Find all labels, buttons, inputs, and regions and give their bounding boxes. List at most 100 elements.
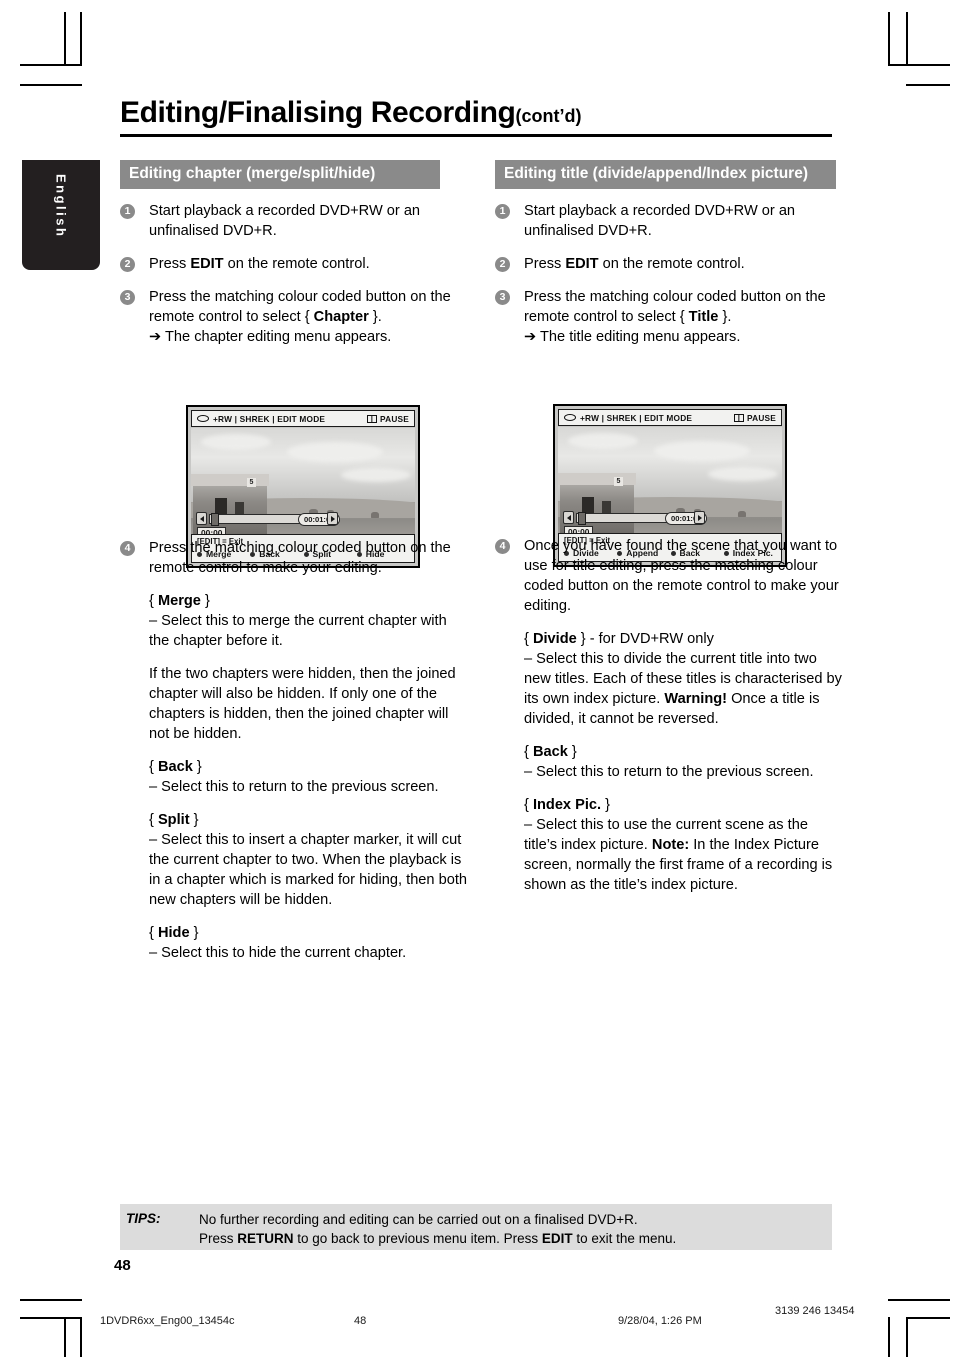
cloud-2 — [287, 442, 383, 462]
option-brace-close: } — [200, 593, 210, 610]
crop-mark-tl2-h — [20, 84, 82, 86]
tips-key-return: RETURN — [237, 1231, 294, 1247]
cloud-1 — [201, 434, 271, 450]
progress-knob[interactable] — [578, 511, 586, 525]
osd-status-bar: +RW | SHREK | EDIT MODE PAUSE — [558, 409, 782, 426]
crop-mark-tr2-h — [906, 84, 950, 86]
step-text: Once you have found the scene that you w… — [524, 538, 839, 615]
progress-bar[interactable]: 00:01:02 — [209, 512, 341, 526]
osd-status-right: PAUSE — [380, 413, 409, 424]
option-title: Back — [532, 744, 568, 761]
osd-scrub-row: 00:01:02 — [562, 511, 708, 525]
step-number: 1 — [495, 204, 510, 220]
option-brace-open: { — [149, 812, 158, 829]
bush-3 — [738, 510, 746, 517]
option-body: – Select this to return to the previous … — [149, 779, 439, 796]
language-tab-label: English — [53, 174, 69, 239]
osd-status-bar: +RW | SHREK | EDIT MODE PAUSE — [191, 410, 415, 427]
crop-mark-br2-v — [906, 1317, 908, 1357]
step-key-edit: EDIT — [565, 256, 599, 273]
step-3: 3 Press the matching colour coded button… — [120, 288, 468, 348]
osd-scrub-row: 00:01:02 — [195, 512, 341, 526]
rewind-arrow-icon[interactable] — [196, 512, 207, 525]
rewind-arrow-icon[interactable] — [563, 511, 574, 524]
crop-mark-tl-h — [20, 64, 82, 66]
option-hide: { Hide } – Select this to hide the curre… — [120, 924, 468, 964]
language-tab: English — [22, 160, 100, 270]
step-text-post: on the remote control. — [223, 256, 370, 273]
step-result: ➔ The chapter editing menu appears. — [149, 329, 392, 346]
crop-mark-tr-h — [888, 64, 950, 66]
step-text-post: }. — [368, 309, 382, 326]
step-option-chapter: Chapter — [313, 309, 369, 326]
option-split: { Split } – Select this to insert a chap… — [120, 811, 468, 911]
step-4: 4 Press the matching colour coded button… — [120, 539, 468, 579]
tips-line2-post: to exit the menu. — [572, 1231, 677, 1247]
osd-status-right: PAUSE — [747, 412, 776, 423]
disc-icon — [564, 414, 576, 421]
option-title: Divide — [532, 631, 577, 648]
osd-status-text: +RW | SHREK | EDIT MODE — [580, 412, 693, 423]
pause-icon — [734, 413, 745, 422]
option-merge-note: If the two chapters were hidden, then th… — [120, 665, 468, 745]
cloud-2 — [654, 441, 750, 461]
option-brace-open: { — [149, 925, 158, 942]
progress-bar[interactable]: 00:01:02 — [576, 511, 708, 525]
crop-mark-br-h — [888, 1299, 950, 1301]
tips-label: TIPS: — [126, 1211, 161, 1226]
step-text: Start playback a recorded DVD+RW or an u… — [524, 203, 796, 240]
option-back: { Back } – Select this to return to the … — [120, 758, 468, 798]
step-option-title: Title — [688, 309, 719, 326]
step-number: 2 — [120, 257, 135, 273]
option-body: – Select this to insert a chapter marker… — [149, 832, 467, 909]
option-brace-close: } — [601, 797, 611, 814]
option-index-pic: { Index Pic. } – Select this to use the … — [495, 796, 843, 896]
option-body: If the two chapters were hidden, then th… — [149, 666, 456, 743]
crop-mark-tr2-v — [906, 12, 908, 66]
option-brace-close: } - for DVD+RW only — [576, 631, 714, 648]
step-text-post: on the remote control. — [598, 256, 745, 273]
option-warning-label: Warning! — [664, 691, 728, 708]
step-number: 3 — [495, 290, 510, 306]
tips-line2-mid: to go back to previous menu item. Press — [293, 1231, 542, 1247]
step-number: 3 — [120, 290, 135, 306]
option-back: { Back } – Select this to return to the … — [495, 743, 843, 783]
tips-box: TIPS: No further recording and editing c… — [120, 1204, 832, 1250]
cloud-3 — [708, 467, 778, 481]
option-brace-open: { — [524, 744, 533, 761]
option-merge: { Merge } – Select this to merge the cur… — [120, 592, 468, 652]
right-column: Editing title (divide/append/Index pictu… — [495, 160, 843, 896]
crop-mark-bl-h — [20, 1299, 82, 1301]
option-title: Merge — [157, 593, 201, 610]
print-footer-code: 3139 246 13454 — [775, 1305, 855, 1317]
option-body: – Select this to merge the current chapt… — [149, 613, 447, 650]
page-title-main: Editing/Finalising Recording — [120, 96, 516, 129]
option-note-label: Note: — [651, 837, 690, 854]
step-text: Press the matching colour coded button o… — [149, 540, 451, 577]
barn-roof — [191, 473, 269, 486]
step-1: 1 Start playback a recorded DVD+RW or an… — [495, 202, 843, 242]
crop-mark-bl2-h — [20, 1317, 82, 1319]
option-title: Split — [157, 812, 190, 829]
crop-mark-tl-v — [80, 12, 82, 66]
crop-mark-br-v — [888, 1317, 890, 1357]
step-number: 2 — [495, 257, 510, 273]
pause-icon — [367, 414, 378, 423]
print-footer-date: 9/28/04, 1:26 PM — [618, 1315, 702, 1327]
tips-body: No further recording and editing can be … — [199, 1210, 832, 1248]
bush-3 — [371, 511, 379, 518]
crop-mark-tl2-v — [64, 12, 66, 66]
step-3: 3 Press the matching colour coded button… — [495, 288, 843, 348]
forward-arrow-icon[interactable] — [327, 512, 338, 525]
cloud-1 — [568, 433, 638, 449]
barn-roof — [558, 472, 636, 485]
option-body: – Select this to return to the previous … — [524, 764, 814, 781]
crop-mark-tr-v — [888, 12, 890, 66]
step-1: 1 Start playback a recorded DVD+RW or an… — [120, 202, 468, 242]
option-title: Hide — [157, 925, 190, 942]
barn-sign: 5 — [614, 476, 623, 486]
print-footer-page: 48 — [354, 1315, 367, 1327]
progress-knob[interactable] — [211, 512, 219, 526]
forward-arrow-icon[interactable] — [694, 511, 705, 524]
step-text: Start playback a recorded DVD+RW or an u… — [149, 203, 421, 240]
